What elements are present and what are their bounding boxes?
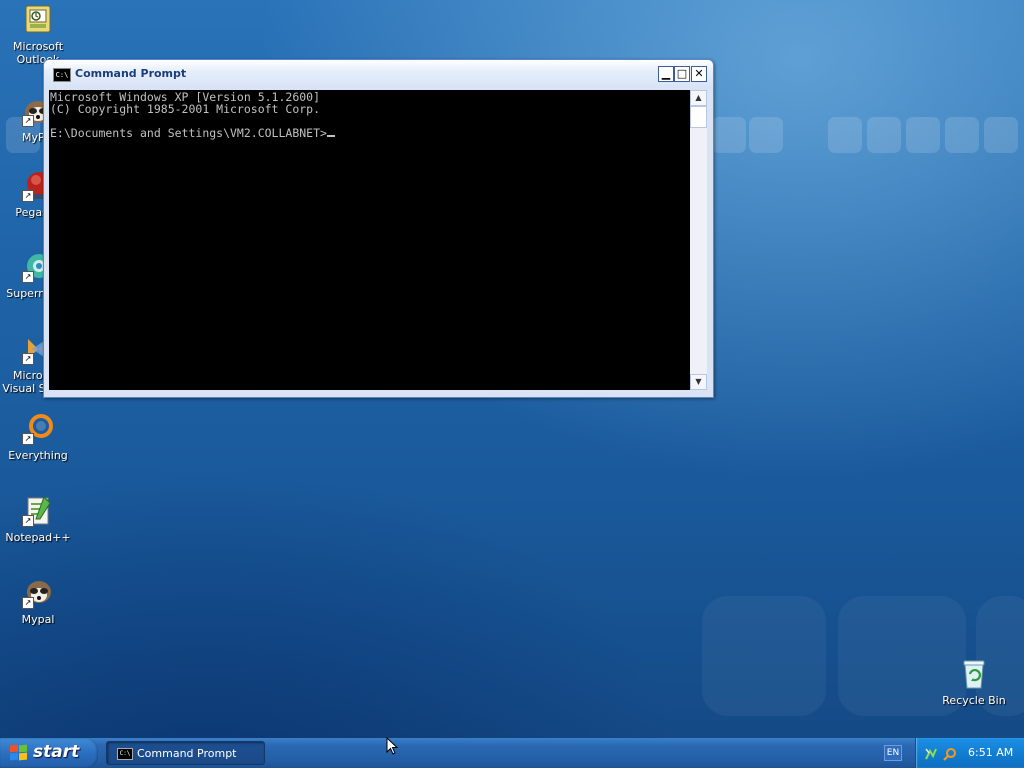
language-indicator[interactable]: EN (884, 745, 902, 761)
taskbar: start C:\ Command Prompt EN 6:51 AM (0, 738, 1024, 768)
desktop-icon-label: Everything (8, 449, 68, 462)
outlook-icon (22, 4, 54, 36)
shortcut-arrow-icon: ↗ (22, 271, 34, 283)
everything-icon: ↗ (22, 413, 54, 445)
network-icon[interactable] (924, 746, 938, 760)
minimize-button[interactable]: ▁ (658, 66, 674, 82)
shortcut-arrow-icon: ↗ (22, 597, 34, 609)
console-line: (C) Copyright 1985-2001 Microsoft Corp. (50, 102, 321, 116)
console-prompt-line[interactable]: E:\Documents and Settings\VM2.COLLABNET> (50, 127, 690, 139)
console-icon[interactable]: C:\ (53, 68, 71, 82)
desktop-icon-label: Notepad++ (5, 531, 71, 544)
wallpaper-decoration (702, 596, 826, 716)
desktop-icon-notepad-plus-plus[interactable]: ↗ Notepad++ (0, 495, 76, 544)
taskbar-item-label: Command Prompt (137, 747, 237, 760)
recycle-bin-icon (958, 658, 990, 690)
console-output[interactable]: Microsoft Windows XP [Version 5.1.2600](… (49, 90, 690, 390)
windows-flag-icon (10, 744, 28, 761)
clock[interactable]: 6:51 AM (968, 746, 1013, 759)
desktop-icon-outlook[interactable]: Microsoft Outlook (0, 4, 76, 66)
maximize-icon: □ (676, 67, 688, 80)
minimize-icon: ▁ (661, 67, 671, 80)
window-titlebar[interactable]: C:\ Command Prompt ▁ □ ✕ (44, 60, 713, 88)
desktop: Microsoft Outlook ↗ MyPal ↗ Pegasus ↗ Su… (0, 0, 1024, 738)
mouse-pointer-icon (386, 737, 398, 755)
scrollbar-thumb[interactable] (690, 106, 707, 128)
shortcut-arrow-icon: ↗ (22, 115, 34, 127)
notepad-plus-plus-icon: ↗ (22, 495, 54, 527)
desktop-icon-everything[interactable]: ↗ Everything (0, 413, 76, 462)
desktop-icon-label: Recycle Bin (942, 694, 1006, 707)
desktop-icon-recycle-bin[interactable]: Recycle Bin (936, 658, 1012, 707)
close-button[interactable]: ✕ (691, 66, 707, 82)
console-prompt: E:\Documents and Settings\VM2.COLLABNET> (50, 126, 327, 140)
desktop-icon-label: Mypal (21, 613, 55, 626)
scroll-down-button[interactable]: ▼ (690, 374, 707, 390)
vertical-scrollbar[interactable]: ▲ ▼ (690, 90, 707, 390)
start-label: start (33, 742, 80, 762)
command-prompt-window[interactable]: C:\ Command Prompt ▁ □ ✕ Microsoft Windo… (43, 59, 714, 398)
mypal-icon: ↗ (22, 577, 54, 609)
desktop-icon-mypal-2[interactable]: ↗ Mypal (0, 577, 76, 626)
shortcut-arrow-icon: ↗ (22, 190, 34, 202)
taskbar-item-command-prompt[interactable]: C:\ Command Prompt (106, 741, 265, 765)
scroll-up-button[interactable]: ▲ (690, 90, 707, 106)
shortcut-arrow-icon: ↗ (22, 353, 34, 365)
system-tray: 6:51 AM (915, 738, 1024, 768)
start-button[interactable]: start (0, 738, 98, 768)
maximize-button[interactable]: □ (674, 66, 690, 82)
arrow-down-icon: ▼ (695, 377, 702, 386)
shortcut-arrow-icon: ↗ (22, 433, 34, 445)
console-icon: C:\ (117, 748, 133, 760)
window-title: Command Prompt (75, 67, 187, 80)
close-icon: ✕ (694, 67, 704, 80)
shortcut-arrow-icon: ↗ (22, 515, 34, 527)
search-icon[interactable] (943, 746, 957, 761)
arrow-up-icon: ▲ (695, 93, 702, 102)
text-cursor (326, 135, 335, 137)
